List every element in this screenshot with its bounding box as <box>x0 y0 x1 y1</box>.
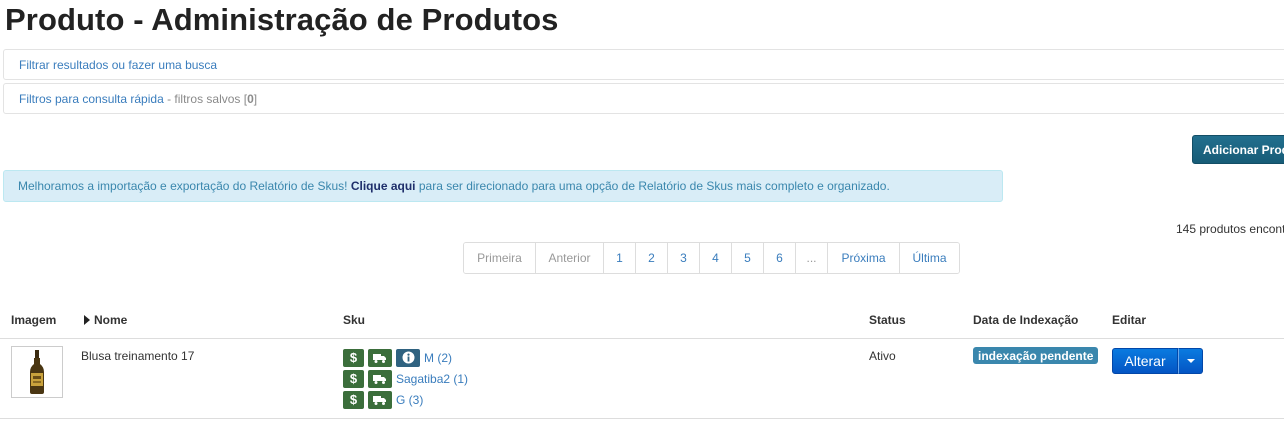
pagination: Primeira Anterior 1 2 3 4 5 6 ... Próxim… <box>463 242 960 274</box>
dollar-icon[interactable]: $ <box>343 369 364 388</box>
pagination-page-1[interactable]: 1 <box>604 243 636 273</box>
sku-link[interactable]: G (3) <box>396 393 423 407</box>
header-status: Status <box>869 313 906 327</box>
pagination-page-5[interactable]: 5 <box>732 243 764 273</box>
pagination-ellipsis: ... <box>796 243 828 273</box>
pagination-prev[interactable]: Anterior <box>536 243 604 273</box>
pagination-page-6[interactable]: 6 <box>764 243 796 273</box>
dollar-icon[interactable]: $ <box>343 390 364 409</box>
sku-link[interactable]: Sagatiba2 (1) <box>396 372 468 386</box>
quick-filters-panel[interactable]: Filtros para consulta rápida - filtros s… <box>3 83 1284 114</box>
header-name[interactable]: Nome <box>84 313 127 327</box>
truck-icon[interactable] <box>368 390 392 409</box>
status-value: Ativo <box>869 349 896 363</box>
products-table-header: Imagem Nome Sku Status Data de Indexação… <box>0 302 1284 339</box>
chevron-right-icon <box>84 315 90 325</box>
pagination-page-2[interactable]: 2 <box>636 243 668 273</box>
index-status-badge: indexação pendente <box>973 347 1099 364</box>
add-product-button[interactable]: Adicionar Produto <box>1192 135 1284 164</box>
edit-button-group: Alterar <box>1112 348 1203 374</box>
page-title: Produto - Administração de Produtos <box>5 2 559 37</box>
sku-item: $ M (2) <box>343 347 468 368</box>
alter-button[interactable]: Alterar <box>1112 348 1178 374</box>
quick-filters-label[interactable]: Filtros para consulta rápida - filtros s… <box>19 92 257 106</box>
pagination-page-4[interactable]: 4 <box>700 243 732 273</box>
pagination-page-3[interactable]: 3 <box>668 243 700 273</box>
product-thumbnail[interactable] <box>11 346 63 398</box>
sku-link[interactable]: M (2) <box>424 351 452 365</box>
sku-report-alert: Melhoramos a importação e exportação do … <box>3 170 1003 202</box>
filter-search-panel[interactable]: Filtrar resultados ou fazer uma busca <box>3 49 1284 80</box>
sku-item: $ G (3) <box>343 389 468 410</box>
bottle-image <box>30 350 44 394</box>
header-image: Imagem <box>11 313 57 327</box>
info-icon[interactable] <box>396 348 420 367</box>
pagination-last[interactable]: Última <box>900 243 959 273</box>
alert-click-here-link[interactable]: Clique aqui <box>351 179 416 193</box>
filter-search-link[interactable]: Filtrar resultados ou fazer uma busca <box>19 58 217 72</box>
sku-list: $ M (2) $ Sagatiba2 (1) $ G (3) <box>343 347 468 410</box>
product-name: Blusa treinamento 17 <box>81 349 195 363</box>
caret-down-icon <box>1186 359 1195 363</box>
alert-text-after: para ser direcionado para uma opção de R… <box>415 179 890 193</box>
header-index-date: Data de Indexação <box>973 313 1079 327</box>
pagination-next[interactable]: Próxima <box>828 243 900 273</box>
truck-icon[interactable] <box>368 348 392 367</box>
pagination-first[interactable]: Primeira <box>464 243 536 273</box>
saved-filters-prefix: - filtros salvos [ <box>163 92 248 106</box>
dollar-icon[interactable]: $ <box>343 348 364 367</box>
header-sku: Sku <box>343 313 366 327</box>
table-row: Blusa treinamento 17 $ M (2) $ Sagatiba2… <box>0 339 1284 419</box>
edit-dropdown-toggle[interactable] <box>1178 348 1203 374</box>
saved-filters-count: 0 <box>247 92 254 106</box>
header-edit: Editar <box>1112 313 1147 327</box>
alert-text-before: Melhoramos a importação e exportação do … <box>18 179 351 193</box>
sku-item: $ Sagatiba2 (1) <box>343 368 468 389</box>
truck-icon[interactable] <box>368 369 392 388</box>
saved-filters-suffix: ] <box>253 92 258 106</box>
result-count: 145 produtos encontrados <box>1176 222 1284 236</box>
quick-filters-link[interactable]: Filtros para consulta rápida <box>19 92 164 106</box>
header-name-label[interactable]: Nome <box>94 313 127 327</box>
